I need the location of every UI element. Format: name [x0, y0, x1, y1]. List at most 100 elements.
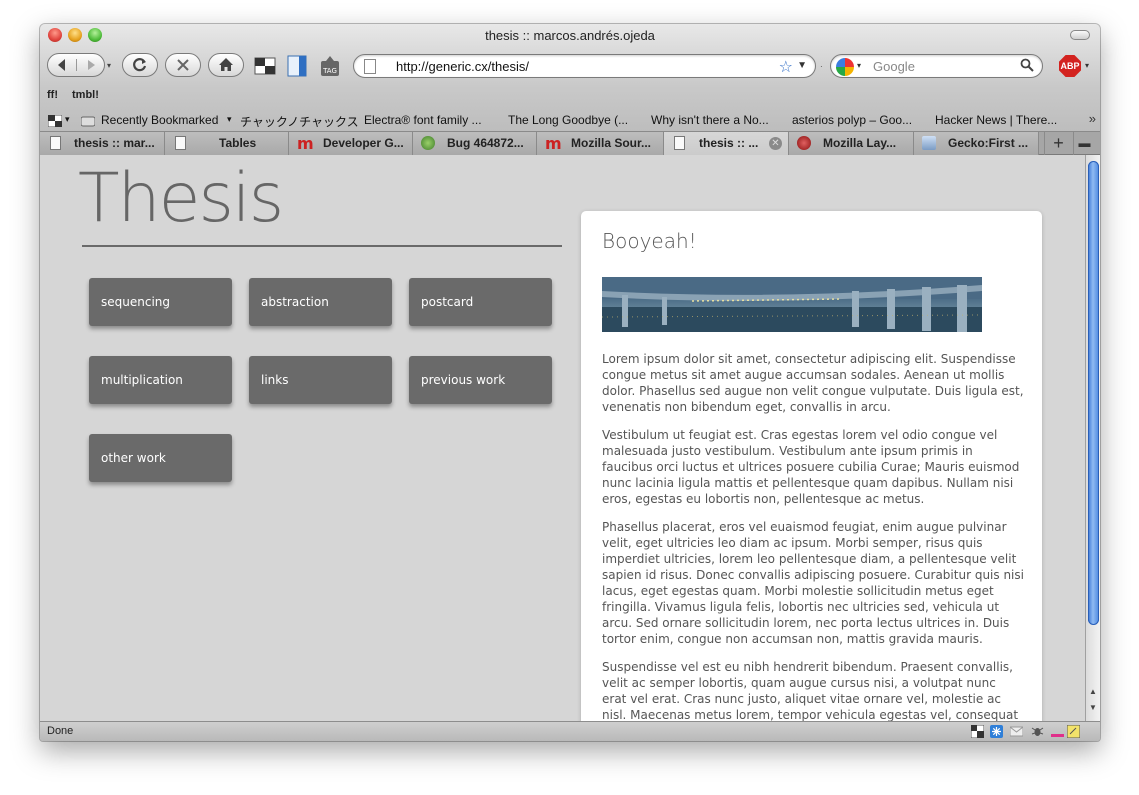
adblock-plus-icon[interactable]: ABP: [1059, 55, 1081, 77]
tab-label: Mozilla Lay...: [823, 136, 897, 150]
recently-bookmarked-dropdown-icon[interactable]: ▾: [227, 114, 232, 125]
screen-grab-icon[interactable]: [253, 54, 277, 78]
bug-icon[interactable]: [1031, 725, 1044, 738]
tag-icon[interactable]: TAG: [318, 54, 342, 78]
bookmark-sidebar-icon[interactable]: [285, 54, 309, 78]
scroll-up-arrow-icon[interactable]: ▲: [1089, 687, 1097, 696]
bookmark-electra-font[interactable]: Electra® font family ...: [364, 113, 482, 127]
tile-abstraction[interactable]: abstraction: [249, 278, 392, 326]
content-panel: Booyeah! Lorem ipsum dolor sit amet, con…: [581, 211, 1042, 721]
back-arrow-icon: [58, 59, 65, 71]
status-bar: Done: [40, 721, 1100, 741]
tab-label: Gecko:First ...: [948, 136, 1029, 150]
tab-developer-guide[interactable]: m Developer G...: [289, 132, 413, 155]
engine-dropdown-icon[interactable]: ▾: [857, 61, 861, 70]
url-bar[interactable]: http://generic.cx/thesis/ ☆ ▼: [353, 54, 816, 78]
mail-icon[interactable]: [1010, 725, 1023, 738]
browser-window: thesis :: marcos.andrés.ojeda ▾ TAG http…: [40, 24, 1100, 741]
reload-button[interactable]: [122, 53, 158, 77]
url-input[interactable]: http://generic.cx/thesis/: [396, 59, 529, 74]
tile-previous-work[interactable]: previous work: [409, 356, 552, 404]
tab-label: thesis :: ...: [699, 136, 759, 150]
window-title: thesis :: marcos.andrés.ojeda: [485, 28, 655, 43]
bookmarklet-tmbl[interactable]: tmbl!: [72, 89, 99, 101]
forward-arrow-icon: [87, 60, 95, 70]
title-bar: thesis :: marcos.andrés.ojeda: [40, 24, 1100, 48]
separator-dot: ·: [820, 62, 823, 71]
forward-button[interactable]: [76, 59, 104, 71]
bookmarklet-ff[interactable]: ff!: [47, 89, 58, 101]
tile-sequencing[interactable]: sequencing: [89, 278, 232, 326]
bookmark-hacker-news[interactable]: Hacker News | There...: [935, 113, 1057, 127]
new-tab-button[interactable]: +: [1044, 132, 1072, 155]
paragraph: Suspendisse vel est eu nibh hendrerit bi…: [602, 660, 1019, 721]
tab-list-icon[interactable]: ▬: [1073, 132, 1095, 155]
tab-gecko-first[interactable]: Gecko:First ...: [914, 132, 1039, 155]
back-button[interactable]: [48, 58, 76, 72]
google-engine-icon[interactable]: [836, 58, 854, 76]
bookmark-long-goodbye[interactable]: The Long Goodbye (...: [508, 113, 628, 127]
bookmark-chucknorris[interactable]: チャックノチャックス: [240, 113, 359, 130]
search-bar[interactable]: ▾ Google: [830, 54, 1043, 78]
tab-strip: thesis :: mar... Tables m Developer G...…: [40, 131, 1100, 155]
adblock-dropdown-icon[interactable]: ▾: [1085, 61, 1089, 70]
snowflake-icon[interactable]: [990, 725, 1003, 738]
wiki-icon: [922, 136, 936, 150]
title-divider: [82, 245, 562, 247]
smart-folder-icon: [81, 116, 95, 127]
tab-bug-464872[interactable]: Bug 464872...: [413, 132, 537, 155]
url-history-dropdown-icon[interactable]: ▼: [797, 60, 807, 71]
panel-heading: Booyeah!: [602, 229, 697, 253]
tab-close-icon[interactable]: ✕: [769, 137, 782, 150]
reload-icon: [133, 58, 147, 72]
bookmarks-overflow-chevron-icon[interactable]: »: [1089, 111, 1096, 126]
stop-icon: [177, 59, 189, 71]
page-title: Thesis: [78, 159, 284, 238]
history-dropdown-icon[interactable]: ▾: [107, 61, 111, 70]
tab-mozilla-layout[interactable]: Mozilla Lay...: [789, 132, 914, 155]
mdc-m-icon: m: [297, 134, 314, 153]
search-icon[interactable]: [1020, 58, 1034, 77]
svg-text:TAG: TAG: [322, 67, 337, 75]
home-button[interactable]: [208, 53, 244, 77]
bookmark-why-isnt-there[interactable]: Why isn't there a No...: [651, 113, 769, 127]
personal-toolbar: ff! tmbl!: [40, 86, 1100, 106]
color-bar-icon[interactable]: [1051, 725, 1064, 738]
back-forward-group: [47, 53, 105, 77]
paragraph: Vestibulum ut feugiat est. Cras egestas …: [602, 428, 1020, 506]
bookmark-asterios-polyp[interactable]: asterios polyp – Goo...: [792, 113, 912, 127]
tile-links[interactable]: links: [249, 356, 392, 404]
status-text: Done: [47, 725, 74, 737]
tab-label: thesis :: mar...: [74, 136, 155, 150]
paragraph: Lorem ipsum dolor sit amet, consectetur …: [602, 352, 1024, 414]
scroll-down-arrow-icon[interactable]: ▼: [1089, 703, 1097, 712]
page-content: Thesis sequencing abstraction postcard m…: [40, 155, 1085, 721]
vertical-scrollbar[interactable]: ▲ ▼: [1085, 155, 1100, 721]
bookmark-recently-bookmarked[interactable]: Recently Bookmarked: [101, 113, 218, 127]
browser-chrome: thesis :: marcos.andrés.ojeda ▾ TAG http…: [40, 24, 1100, 131]
paragraph: Phasellus placerat, eros vel euaismod fe…: [602, 520, 1024, 646]
bookmark-star-icon[interactable]: ☆: [779, 57, 793, 77]
tab-label: Tables: [219, 136, 257, 150]
sticky-note-icon[interactable]: [1067, 725, 1080, 738]
tile-postcard[interactable]: postcard: [409, 278, 552, 326]
tile-multiplication[interactable]: multiplication: [89, 356, 232, 404]
stop-button[interactable]: [165, 53, 201, 77]
bugzilla-icon: [421, 136, 435, 150]
site-page-icon: [364, 59, 376, 74]
bookmarks-menu-dropdown-icon[interactable]: ▾: [65, 114, 70, 125]
tile-other-work[interactable]: other work: [89, 434, 232, 482]
tab-thesis-active[interactable]: thesis :: ... ✕: [664, 132, 789, 155]
home-icon: [219, 58, 233, 71]
scrollbar-thumb[interactable]: [1088, 161, 1099, 625]
tab-label: Mozilla Sour...: [571, 136, 652, 150]
bookmarks-menu-icon[interactable]: [48, 115, 62, 127]
mdc-m-icon: m: [545, 134, 562, 153]
toolbar-toggle-button[interactable]: [1070, 30, 1090, 40]
search-input[interactable]: Google: [873, 59, 915, 74]
screen-grab-status-icon[interactable]: [971, 725, 984, 738]
tab-thesis-1[interactable]: thesis :: mar...: [40, 132, 165, 155]
page-icon: [175, 136, 186, 150]
tab-mozilla-source[interactable]: m Mozilla Sour...: [537, 132, 664, 155]
tab-tables[interactable]: Tables: [165, 132, 289, 155]
